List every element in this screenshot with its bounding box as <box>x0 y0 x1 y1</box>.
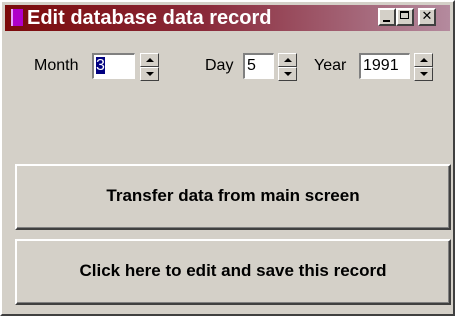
arrow-up-icon <box>146 58 154 62</box>
year-spinner[interactable] <box>414 53 433 81</box>
day-down-button[interactable] <box>278 67 297 81</box>
maximize-button[interactable] <box>396 8 414 26</box>
close-icon: ✕ <box>421 9 433 24</box>
year-label: Year <box>314 57 347 74</box>
day-spinner[interactable] <box>278 53 297 81</box>
day-value: 5 <box>247 57 256 74</box>
month-up-button[interactable] <box>140 53 159 67</box>
arrow-down-icon <box>146 72 154 76</box>
day-label: Day <box>205 57 234 74</box>
arrow-down-icon <box>420 72 428 76</box>
month-spinner[interactable] <box>140 53 159 81</box>
month-value: 3 <box>96 57 105 74</box>
day-up-button[interactable] <box>278 53 297 67</box>
edit-record-window: Edit database data record ✕ Month 3 Day … <box>0 0 455 316</box>
year-input[interactable]: 1991 <box>359 53 410 79</box>
app-icon <box>11 9 23 26</box>
arrow-up-icon <box>284 58 292 62</box>
year-value: 1991 <box>363 57 399 74</box>
transfer-data-button[interactable]: Transfer data from main screen <box>15 164 451 230</box>
year-down-button[interactable] <box>414 67 433 81</box>
month-down-button[interactable] <box>140 67 159 81</box>
day-input[interactable]: 5 <box>243 53 274 79</box>
minimize-icon <box>383 20 390 22</box>
minimize-button[interactable] <box>378 8 396 26</box>
year-up-button[interactable] <box>414 53 433 67</box>
edit-save-record-button[interactable]: Click here to edit and save this record <box>15 239 451 305</box>
title-bar[interactable]: Edit database data record ✕ <box>5 5 450 31</box>
arrow-down-icon <box>284 72 292 76</box>
month-input[interactable]: 3 <box>92 53 135 79</box>
window-title: Edit database data record <box>27 7 272 29</box>
arrow-up-icon <box>420 58 428 62</box>
month-label: Month <box>34 57 79 74</box>
maximize-icon <box>400 11 409 19</box>
close-button[interactable]: ✕ <box>418 8 436 26</box>
